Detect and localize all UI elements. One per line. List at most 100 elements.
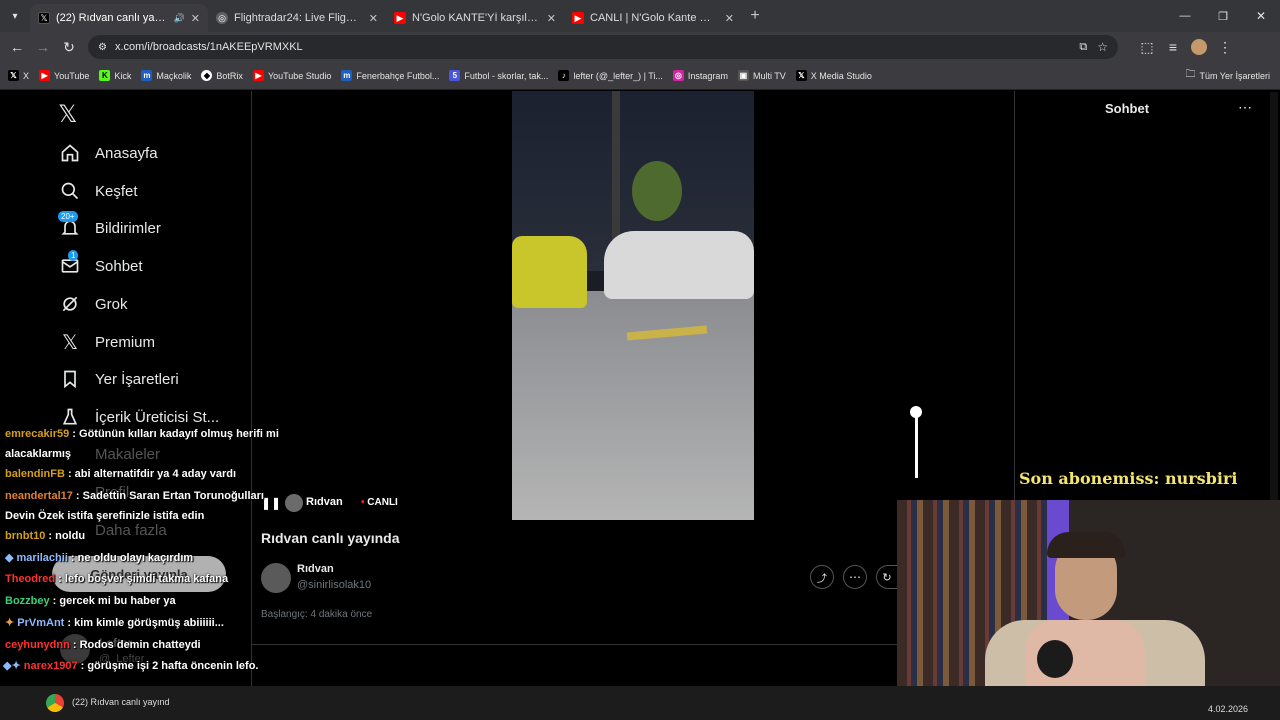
tab-x-broadcast[interactable]: 𝕏 (22) Rıdvan canlı yayında / X 🔊 ✕ — [30, 4, 208, 32]
new-tab-button[interactable]: + — [742, 4, 768, 28]
media-control-icon[interactable]: ≡ — [1160, 35, 1186, 59]
close-icon[interactable]: ✕ — [369, 12, 378, 25]
grok-icon — [60, 294, 80, 314]
sub-alert-text: Son abonemiss: nursbiri — [1019, 469, 1238, 488]
bookmark-flashscore[interactable]: 5 Futbol - skorlar, tak... — [449, 70, 548, 81]
chat-text: : gercek mi bu haber ya — [49, 595, 176, 608]
chat-panel-title: Sohbet — [1105, 101, 1150, 116]
close-icon[interactable]: ✕ — [547, 12, 556, 25]
divider — [251, 644, 897, 645]
x-logo-icon[interactable]: 𝕏 — [58, 100, 77, 129]
notification-badge: 20+ — [58, 211, 78, 222]
broadcast-video[interactable] — [512, 91, 754, 520]
tab-youtube-kante[interactable]: ▶ N'Golo KANTE'Yİ karşılama hav… ✕ — [386, 4, 564, 32]
mail-icon: 1 — [60, 250, 80, 276]
close-window-button[interactable]: ✕ — [1242, 4, 1280, 28]
tab-search-button[interactable]: ▾ — [0, 4, 30, 28]
sidebar-item-label: Keşfet — [95, 182, 138, 200]
url-bar[interactable]: ⚙ x.com/i/broadcasts/1nAKEEpVRMXKL ⧉ ☆ — [88, 35, 1118, 59]
volume-slider-handle[interactable] — [910, 406, 922, 418]
chrome-icon[interactable] — [46, 694, 64, 712]
mackolik-icon: m — [141, 70, 153, 81]
sidebar-item-label: İçerik Üreticisi St... — [95, 408, 220, 426]
taskbar: (22) Rıdvan canlı yayınd 4.02.2026 — [0, 686, 1280, 720]
close-icon[interactable]: ✕ — [191, 12, 200, 25]
chat-message: brnbt10 : noldu — [0, 526, 290, 548]
bookmark-youtube[interactable]: ▶ YouTube — [39, 70, 89, 81]
author-name[interactable]: Rıdvan — [297, 563, 334, 575]
repost-icon[interactable]: ↻ — [876, 565, 897, 589]
all-bookmarks[interactable]: 🗀 Tüm Yer İşaretleri — [1185, 67, 1270, 84]
chat-text: : abi alternatifdir ya 4 aday vardı — [64, 468, 237, 480]
bookmarks-bar: 𝕏X ▶ YouTube K Kick m Maçkolik ◆ BotRix ▶ You… — [0, 62, 1280, 90]
bookmark-x[interactable]: 𝕏X — [8, 70, 29, 81]
address-bar-row: ← → ↻ ⚙ x.com/i/broadcasts/1nAKEEpVRMXKL… — [0, 32, 1280, 62]
youtube-icon: ▶ — [39, 70, 51, 81]
reload-icon[interactable]: ↻ — [56, 35, 82, 59]
chat-message: ◆ marilachii : ne oldu olayı kaçırdım — [0, 548, 290, 570]
more-icon[interactable]: ⋯ — [843, 565, 867, 589]
volume-slider[interactable] — [915, 412, 918, 478]
sidebar-item-yer-isaretleri[interactable]: Yer İşaretleri — [60, 364, 179, 394]
flashscore-icon: 5 — [449, 70, 461, 81]
sidebar-item-kesfet[interactable]: Keşfet — [60, 176, 138, 206]
host-name: Rıdvan — [306, 496, 343, 508]
bookmark-mackolik[interactable]: m Maçkolik — [141, 70, 191, 81]
chat-message: ✦ PrVmAnt : kim kimle görüşmüş abiiiiii.… — [0, 613, 290, 635]
bookmark-instagram[interactable]: ◎ Instagram — [672, 70, 728, 81]
sidebar-item-bildirimler[interactable]: 20+ Bildirimler — [58, 211, 161, 243]
chat-text: : noldu — [45, 529, 86, 542]
profile-avatar[interactable] — [1186, 35, 1212, 59]
close-icon[interactable]: ✕ — [725, 12, 734, 25]
sidebar-item-label: Anasayfa — [95, 144, 158, 162]
chat-text: : Rodos demin chatteydi — [69, 638, 201, 651]
cast-icon[interactable]: ⧉ — [1079, 41, 1087, 54]
bookmark-youtube-studio[interactable]: ▶ YouTube Studio — [252, 70, 332, 81]
chat-username: balendinFB — [5, 468, 65, 480]
sidebar-item-grok[interactable]: Grok — [60, 289, 128, 319]
sidebar-item-anasayfa[interactable]: Anasayfa — [60, 138, 158, 168]
taskbar-app-label[interactable]: (22) Rıdvan canlı yayınd — [72, 697, 170, 707]
forward-icon[interactable]: → — [30, 35, 56, 59]
more-icon[interactable]: ⋯ — [1238, 99, 1252, 116]
bookmark-fenerbahce[interactable]: m Fenerbahçe Futbol... — [341, 70, 439, 81]
site-info-icon[interactable]: ⚙ — [98, 42, 107, 53]
bookmark-x-media-studio[interactable]: 𝕏X Media Studio — [795, 70, 872, 81]
x-icon: 𝕏 — [8, 70, 19, 81]
restore-button[interactable]: ❐ — [1204, 4, 1242, 28]
tab-title: (22) Rıdvan canlı yayında / X — [56, 12, 170, 24]
back-icon[interactable]: ← — [4, 35, 30, 59]
bookmark-multitv[interactable]: ▣ Multi TV — [737, 70, 786, 81]
video-tree — [632, 161, 682, 221]
sidebar-item-sohbet[interactable]: 1 Sohbet — [60, 250, 143, 281]
tab-youtube-canli[interactable]: ▶ CANLI | N'Golo Kante Özel ✕ — [564, 4, 742, 32]
sidebar-item-label: Yer İşaretleri — [95, 370, 179, 388]
bookmark-label: Futbol - skorlar, tak... — [464, 70, 549, 81]
sidebar-item-premium[interactable]: 𝕏 Premium — [60, 327, 155, 357]
bookmark-label: Kick — [114, 70, 132, 81]
live-label: • CANLI — [361, 497, 398, 508]
bookmark-label: Fenerbahçe Futbol... — [356, 70, 440, 81]
extensions-icon[interactable]: ⬚ — [1134, 35, 1160, 59]
minimize-button[interactable]: — — [1166, 4, 1204, 28]
botrix-icon: ◆ — [201, 70, 213, 81]
sidebar-item-label: Grok — [95, 295, 128, 313]
menu-icon[interactable]: ⋮ — [1212, 35, 1238, 59]
bookmark-kick[interactable]: K Kick — [99, 70, 131, 81]
chat-username: neandertal17 — [5, 489, 73, 502]
bookmark-tiktok[interactable]: ♪ lefter (@_lefter_) | Ti... — [558, 70, 663, 81]
webcam-person-hair — [1047, 532, 1125, 558]
bookmark-label: YouTube Studio — [267, 70, 332, 81]
bookmark-label: Tüm Yer İşaretleri — [1199, 70, 1270, 81]
sidebar-item-label: Bildirimler — [95, 219, 161, 237]
video-road — [512, 291, 754, 520]
chat-username: Bozzbey — [5, 595, 50, 608]
chat-username: brnbt10 — [5, 529, 46, 542]
speaker-icon[interactable]: 🔊 — [174, 13, 185, 24]
share-icon[interactable]: ⤴ — [810, 565, 834, 589]
chat-text: : ne oldu olayı kaçırdım — [67, 551, 194, 564]
tab-title: CANLI | N'Golo Kante Özel — [590, 12, 719, 24]
bookmark-botrix[interactable]: ◆ BotRix — [201, 70, 243, 81]
star-icon[interactable]: ☆ — [1097, 40, 1108, 54]
tab-flightradar[interactable]: ◎ Flightradar24: Live Flight Tracker ✕ — [208, 4, 386, 32]
